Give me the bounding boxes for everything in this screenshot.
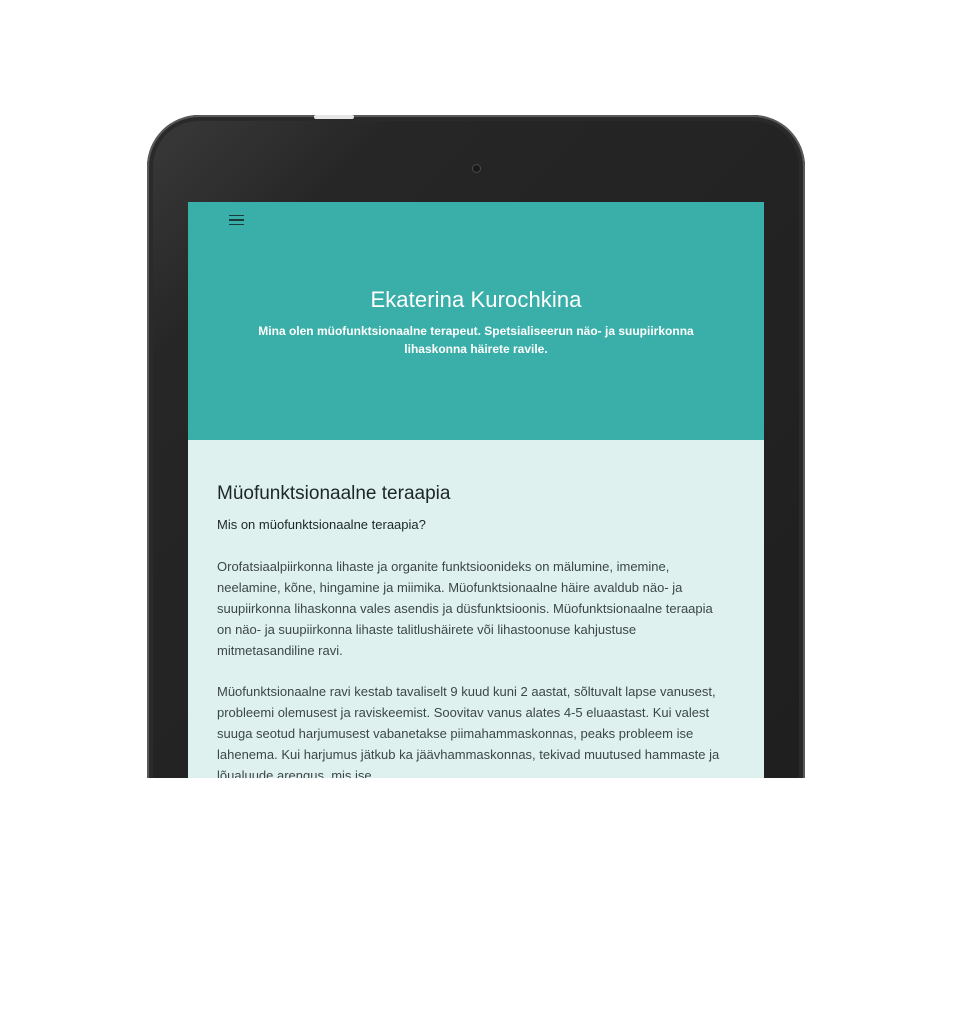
tablet-edge-highlight	[314, 115, 354, 119]
camera-icon	[472, 164, 481, 173]
hamburger-menu-icon[interactable]	[229, 210, 251, 230]
section-title: Müofunktsionaalne teraapia	[217, 483, 451, 504]
tablet-screen: Ekaterina Kurochkina Mina olen müofunkts…	[188, 202, 764, 778]
tablet-frame: Ekaterina Kurochkina Mina olen müofunkts…	[147, 115, 805, 778]
paragraph: Orofatsiaalpiirkonna lihaste ja organite…	[217, 559, 713, 658]
paragraph: Müofunktsionaalne ravi kestab tavaliselt…	[217, 684, 720, 778]
page: Ekaterina Kurochkina Mina olen müofunkts…	[0, 0, 960, 1009]
site-subtitle: Mina olen müofunktsionaalne terapeut. Sp…	[258, 324, 694, 356]
section-question: Mis on müofunktsionaalne teraapia?	[217, 517, 426, 532]
tablet-mockup: Ekaterina Kurochkina Mina olen müofunkts…	[146, 114, 809, 778]
site-title: Ekaterina Kurochkina	[370, 287, 582, 312]
hero-header: Ekaterina Kurochkina Mina olen müofunkts…	[188, 202, 764, 440]
main-content: Müofunktsionaalne teraapia Mis on müofun…	[188, 440, 764, 778]
